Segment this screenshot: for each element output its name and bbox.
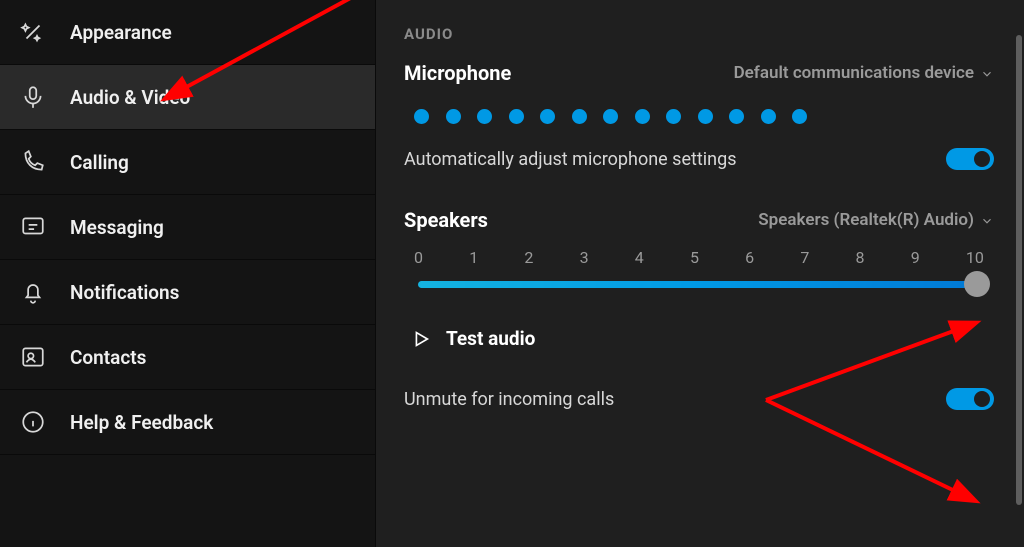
microphone-label: Microphone <box>404 61 511 85</box>
tick: 6 <box>745 248 754 267</box>
tick: 5 <box>690 248 699 267</box>
scrollbar[interactable] <box>1016 35 1022 505</box>
tick: 10 <box>966 248 984 267</box>
tick: 7 <box>800 248 809 267</box>
level-dot <box>729 109 744 124</box>
play-icon <box>410 328 432 350</box>
auto-adjust-label: Automatically adjust microphone settings <box>404 149 737 170</box>
tick: 2 <box>524 248 533 267</box>
sidebar-item-label: Contacts <box>70 346 146 369</box>
unmute-label: Unmute for incoming calls <box>404 389 614 410</box>
level-dot <box>414 109 429 124</box>
unmute-toggle[interactable] <box>946 388 994 410</box>
chevron-down-icon <box>980 213 994 227</box>
sidebar-item-appearance[interactable]: Appearance <box>0 0 375 65</box>
tick: 9 <box>911 248 920 267</box>
sidebar-item-contacts[interactable]: Contacts <box>0 325 375 390</box>
test-audio-label: Test audio <box>446 327 535 350</box>
level-dot <box>540 109 555 124</box>
sidebar: Appearance Audio & Video Calling Messagi… <box>0 0 376 547</box>
level-dot <box>761 109 776 124</box>
phone-icon <box>20 149 46 175</box>
contacts-icon <box>20 344 46 370</box>
section-audio-title: AUDIO <box>404 25 994 43</box>
chevron-down-icon <box>980 66 994 80</box>
bell-icon <box>20 279 46 305</box>
level-dot <box>572 109 587 124</box>
slider-ticks: 0 1 2 3 4 5 6 7 8 9 10 <box>410 248 988 267</box>
level-dot <box>477 109 492 124</box>
tick: 1 <box>469 248 478 267</box>
sidebar-item-notifications[interactable]: Notifications <box>0 260 375 325</box>
sidebar-item-label: Calling <box>70 151 129 174</box>
level-dot <box>698 109 713 124</box>
main-panel: AUDIO Microphone Default communications … <box>376 0 1024 547</box>
unmute-row: Unmute for incoming calls <box>404 388 994 410</box>
auto-adjust-toggle[interactable] <box>946 148 994 170</box>
level-dot <box>509 109 524 124</box>
speakers-device-value: Speakers (Realtek(R) Audio) <box>758 210 974 230</box>
info-icon <box>20 409 46 435</box>
level-dot <box>603 109 618 124</box>
message-icon <box>20 214 46 240</box>
sidebar-item-help-feedback[interactable]: Help & Feedback <box>0 390 375 455</box>
speakers-slider-group: 0 1 2 3 4 5 6 7 8 9 10 <box>410 250 988 301</box>
speakers-label: Speakers <box>404 208 488 232</box>
tick: 3 <box>580 248 589 267</box>
sidebar-item-audio-video[interactable]: Audio & Video <box>0 65 375 130</box>
microphone-row: Microphone Default communications device <box>404 61 994 85</box>
sidebar-item-label: Appearance <box>70 21 172 44</box>
sidebar-item-label: Notifications <box>70 281 179 304</box>
sidebar-item-label: Messaging <box>70 216 164 239</box>
sidebar-item-calling[interactable]: Calling <box>0 130 375 195</box>
speakers-device-dropdown[interactable]: Speakers (Realtek(R) Audio) <box>758 210 994 230</box>
sidebar-item-messaging[interactable]: Messaging <box>0 195 375 260</box>
slider-track <box>418 281 980 288</box>
tick: 4 <box>635 248 644 267</box>
microphone-icon <box>20 84 46 110</box>
tick: 8 <box>856 248 865 267</box>
level-dot <box>792 109 807 124</box>
speakers-row: Speakers Speakers (Realtek(R) Audio) <box>404 208 994 232</box>
microphone-device-dropdown[interactable]: Default communications device <box>734 63 994 83</box>
microphone-level-meter <box>414 109 994 124</box>
tick: 0 <box>414 248 423 267</box>
level-dot <box>666 109 681 124</box>
level-dot <box>446 109 461 124</box>
microphone-device-value: Default communications device <box>734 63 974 83</box>
auto-adjust-row: Automatically adjust microphone settings <box>404 148 994 170</box>
slider-thumb[interactable] <box>964 271 990 297</box>
test-audio-button[interactable]: Test audio <box>410 327 994 350</box>
sidebar-item-label: Help & Feedback <box>70 411 213 434</box>
speakers-volume-slider[interactable] <box>410 273 988 301</box>
level-dot <box>635 109 650 124</box>
sidebar-item-label: Audio & Video <box>70 86 190 109</box>
wand-icon <box>20 19 46 45</box>
